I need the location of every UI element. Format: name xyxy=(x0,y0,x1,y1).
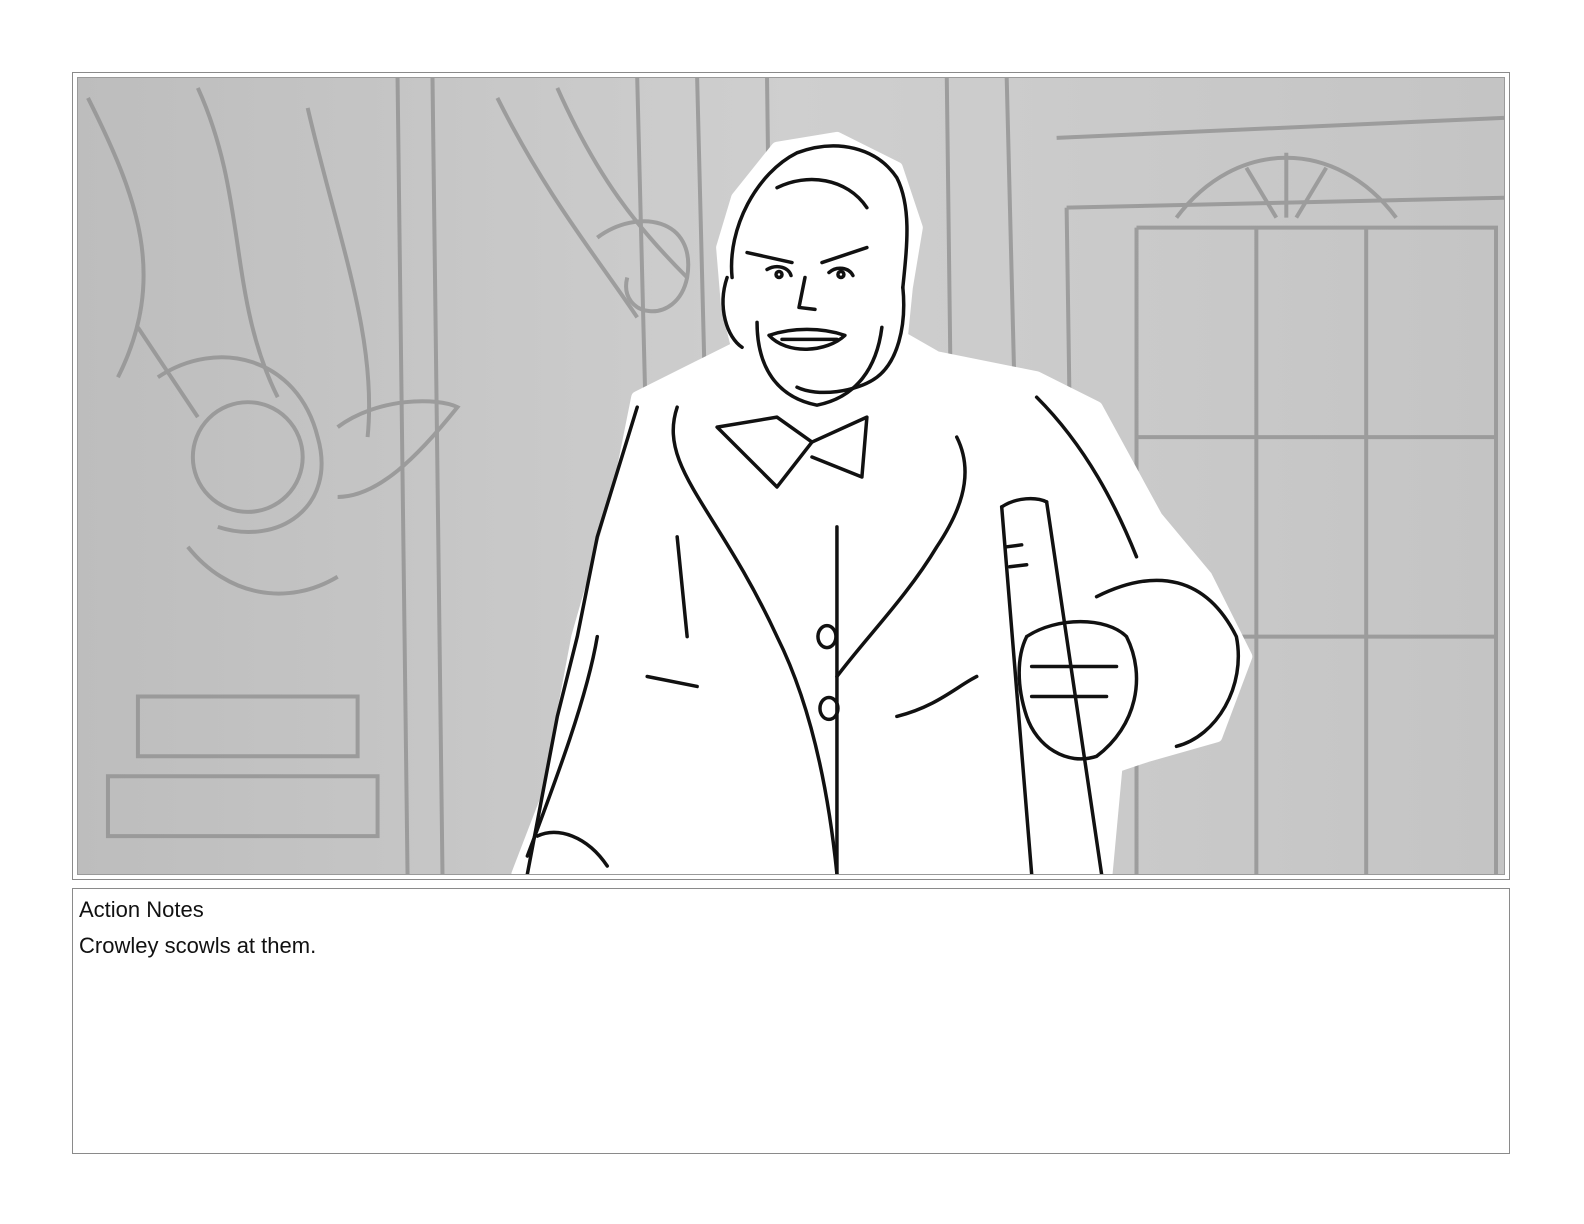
action-notes-box: Action Notes Crowley scowls at them. xyxy=(72,888,1510,1154)
action-notes-text: Crowley scowls at them. xyxy=(79,933,317,958)
storyboard-drawing xyxy=(77,77,1505,875)
storyboard-sketch-icon xyxy=(78,78,1504,874)
storyboard-panel xyxy=(72,72,1510,880)
action-notes-heading: Action Notes xyxy=(79,897,204,922)
